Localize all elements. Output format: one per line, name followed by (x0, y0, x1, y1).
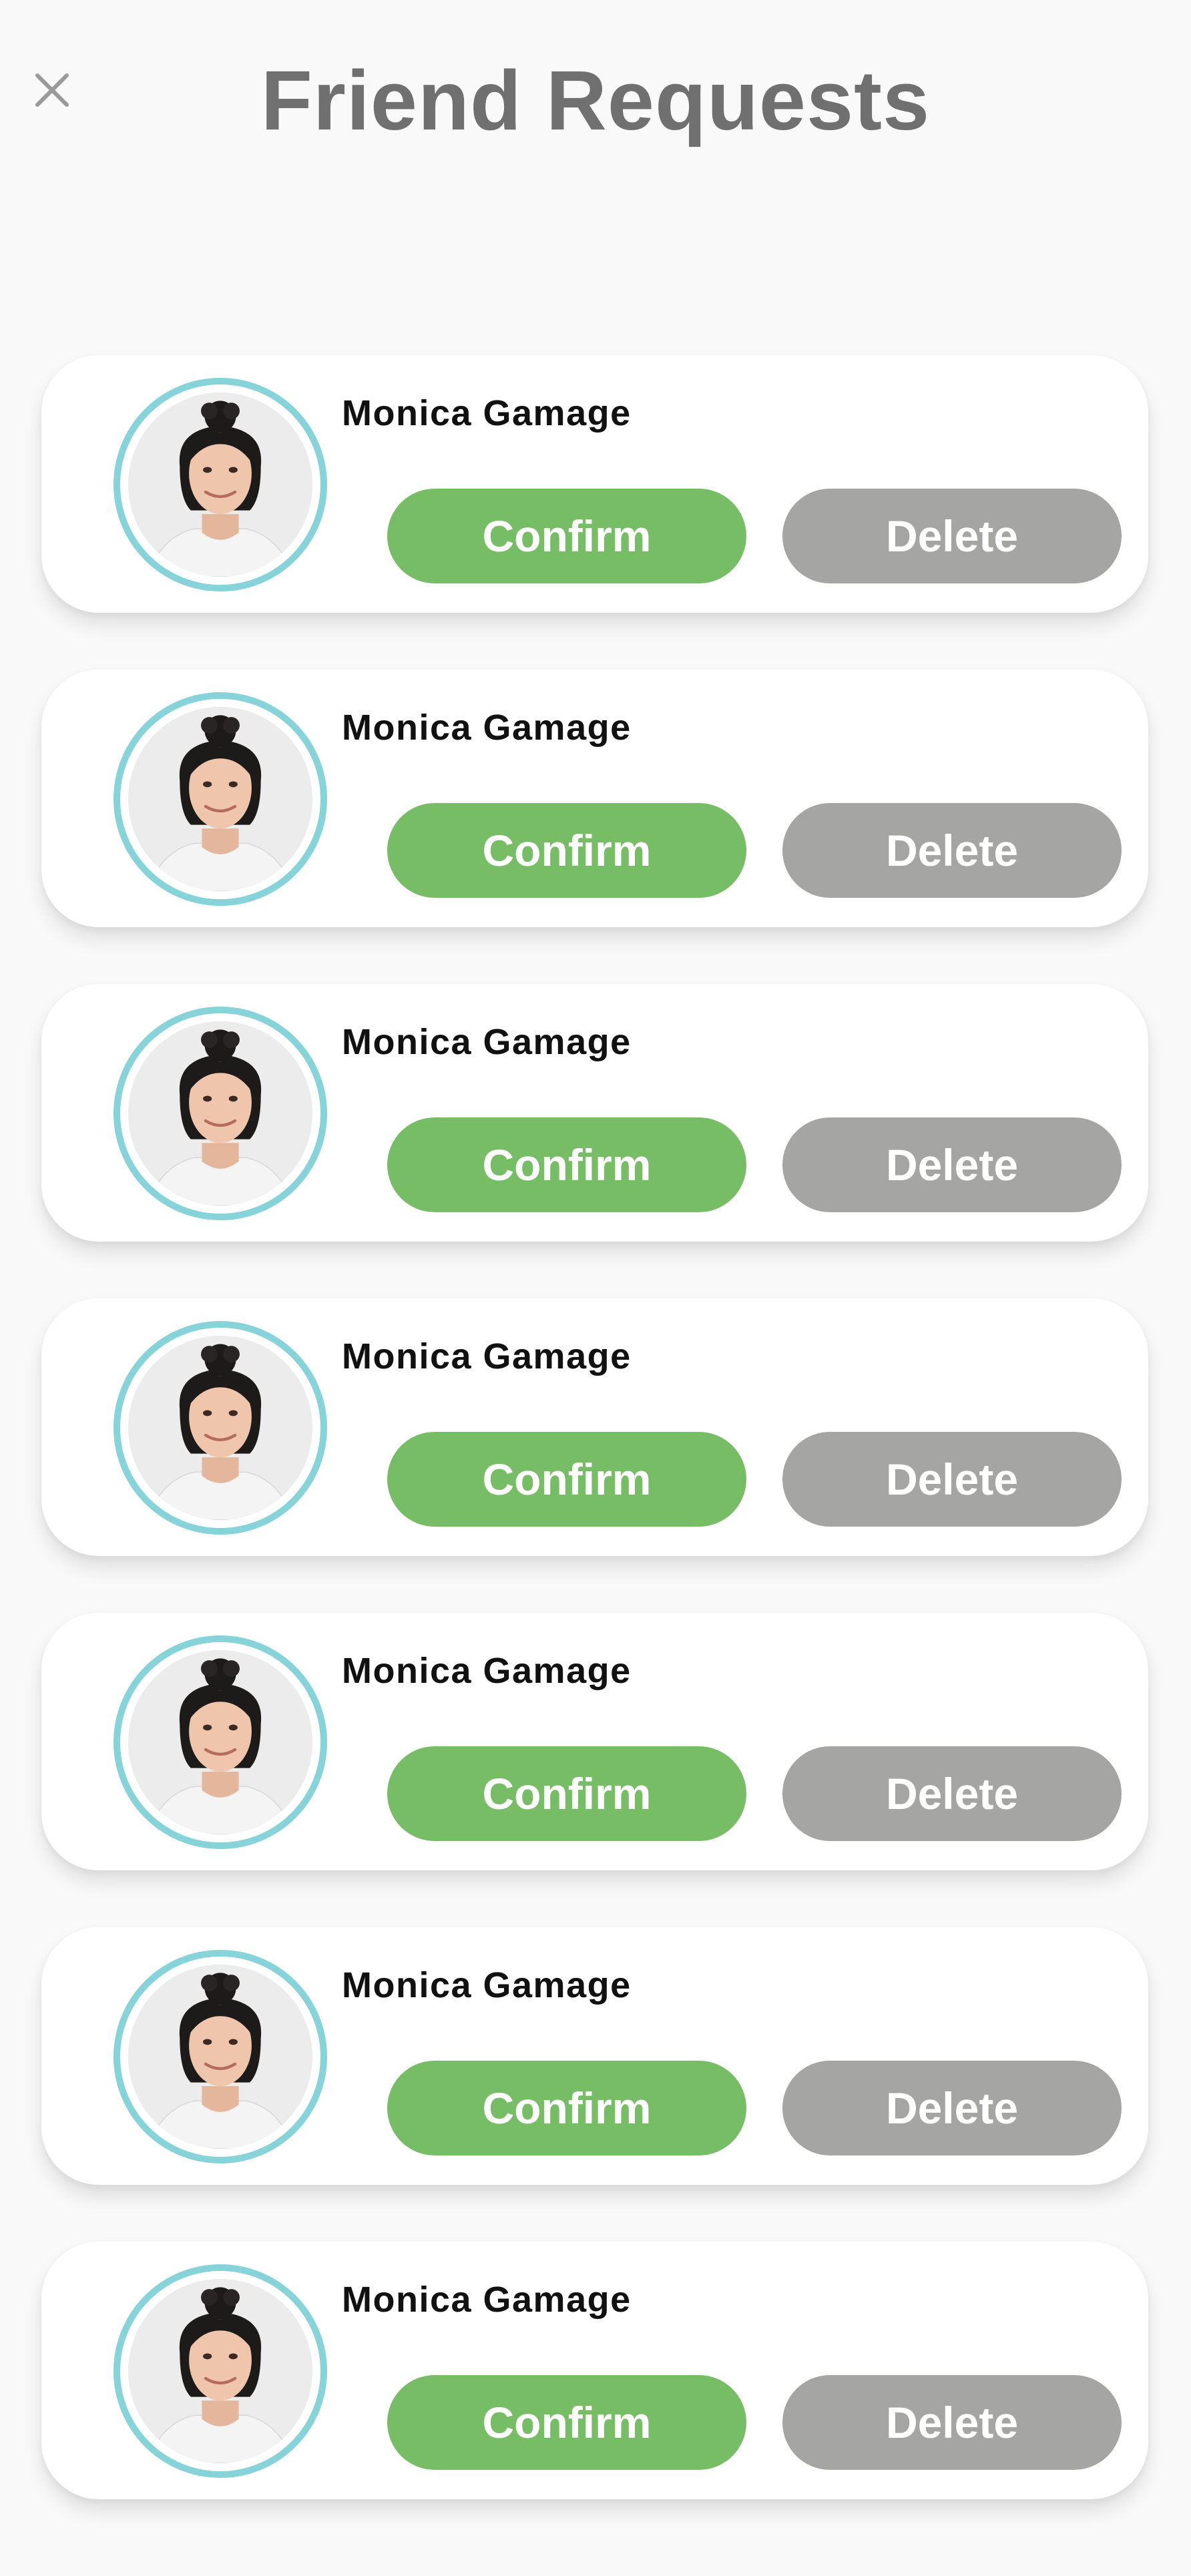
delete-button[interactable]: Delete (782, 2061, 1122, 2155)
requester-name: Monica Gamage (342, 1651, 632, 1691)
profile-photo (128, 1965, 312, 2149)
avatar[interactable] (113, 1950, 327, 2163)
requester-name: Monica Gamage (342, 393, 632, 433)
profile-photo (128, 1650, 312, 1834)
avatar[interactable] (113, 1635, 327, 1849)
friend-request-card: Monica Gamage Confirm Delete (41, 1298, 1148, 1556)
profile-photo (128, 393, 312, 577)
requester-name: Monica Gamage (342, 1336, 632, 1376)
avatar[interactable] (113, 378, 327, 591)
friend-request-card: Monica Gamage Confirm Delete (41, 984, 1148, 1242)
confirm-button[interactable]: Confirm (387, 1432, 746, 1527)
friend-request-list: Monica Gamage Confirm Delete Monica Gama… (41, 355, 1148, 2556)
page-title: Friend Requests (260, 53, 931, 148)
requester-name: Monica Gamage (342, 2280, 632, 2320)
profile-photo (128, 1021, 312, 1206)
friend-request-card: Monica Gamage Confirm Delete (41, 670, 1148, 927)
requester-name: Monica Gamage (342, 708, 632, 748)
avatar[interactable] (113, 1321, 327, 1535)
friend-request-card: Monica Gamage Confirm Delete (41, 355, 1148, 613)
delete-button[interactable]: Delete (782, 1117, 1122, 1212)
delete-button[interactable]: Delete (782, 1432, 1122, 1527)
friend-request-card: Monica Gamage Confirm Delete (41, 2242, 1148, 2499)
requester-name: Monica Gamage (342, 1965, 632, 2005)
profile-photo (128, 1336, 312, 1520)
avatar[interactable] (113, 692, 327, 906)
avatar[interactable] (113, 2264, 327, 2478)
delete-button[interactable]: Delete (782, 489, 1122, 583)
confirm-button[interactable]: Confirm (387, 1746, 746, 1841)
requester-name: Monica Gamage (342, 1022, 632, 1062)
profile-photo (128, 2279, 312, 2463)
delete-button[interactable]: Delete (782, 803, 1122, 898)
friend-request-card: Monica Gamage Confirm Delete (41, 1927, 1148, 2185)
confirm-button[interactable]: Confirm (387, 2375, 746, 2470)
delete-button[interactable]: Delete (782, 1746, 1122, 1841)
confirm-button[interactable]: Confirm (387, 803, 746, 898)
avatar[interactable] (113, 1007, 327, 1220)
delete-button[interactable]: Delete (782, 2375, 1122, 2470)
friend-request-card: Monica Gamage Confirm Delete (41, 1613, 1148, 1870)
profile-photo (128, 707, 312, 891)
confirm-button[interactable]: Confirm (387, 2061, 746, 2155)
confirm-button[interactable]: Confirm (387, 1117, 746, 1212)
confirm-button[interactable]: Confirm (387, 489, 746, 583)
